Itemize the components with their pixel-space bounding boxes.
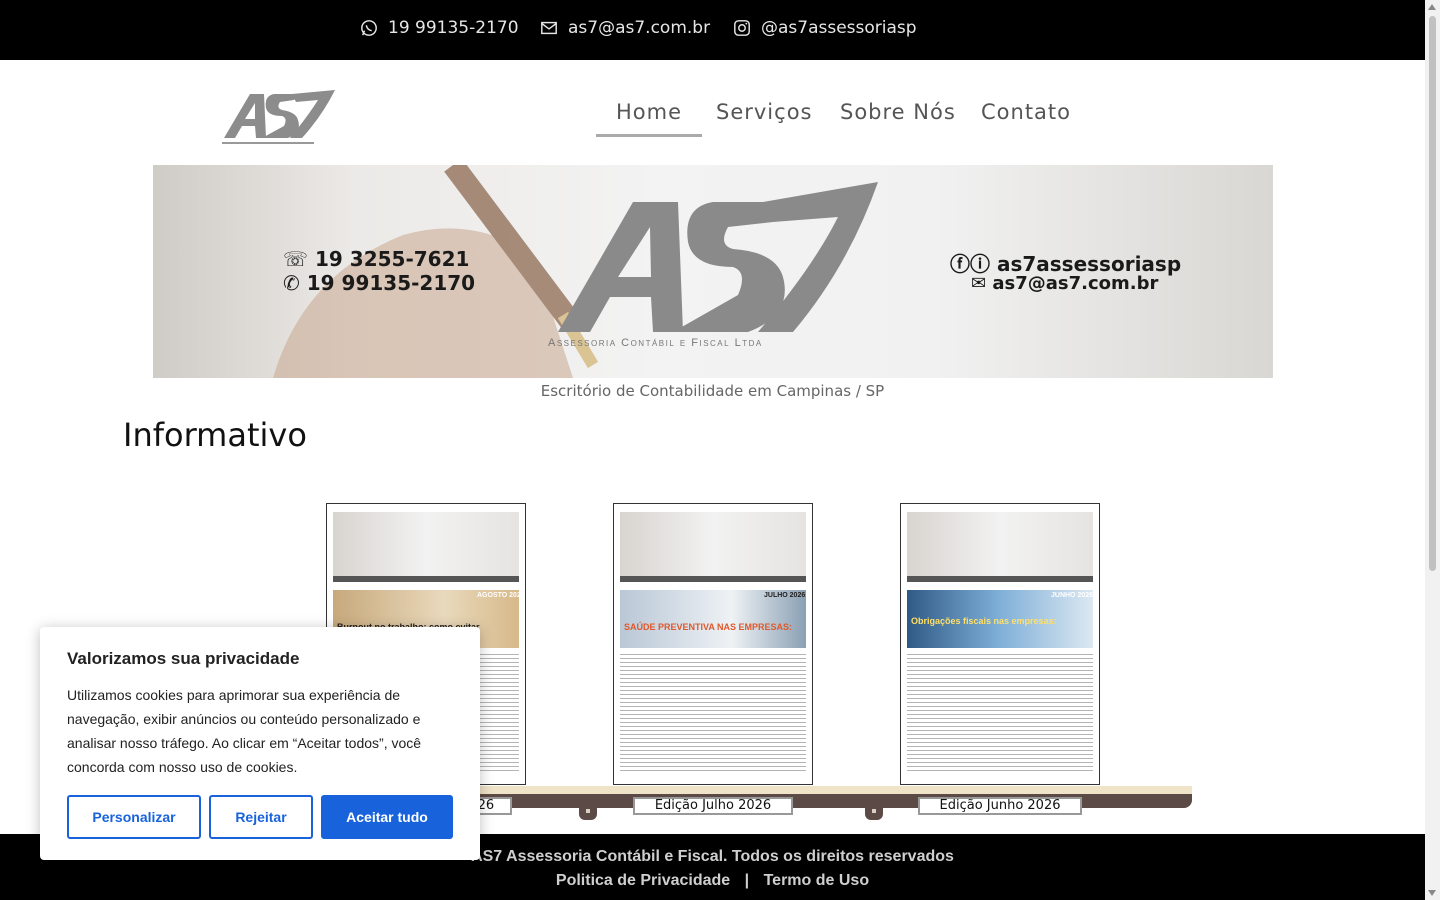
- banner-phone-2-text: 19 99135-2170: [306, 271, 476, 295]
- cover-month: JULHO 2026: [764, 592, 806, 599]
- reject-button[interactable]: Rejeitar: [209, 795, 313, 839]
- as7-logo[interactable]: [222, 86, 337, 148]
- cover-header: [907, 512, 1093, 582]
- accept-all-button[interactable]: Aceitar tudo: [321, 795, 453, 839]
- cover-month: AGOSTO 2026: [477, 592, 525, 599]
- banner-phone-2: ✆ 19 99135-2170: [283, 271, 475, 295]
- shelf-peg: [579, 806, 597, 820]
- topbar-email: as7@as7.com.br: [568, 18, 711, 38]
- email-contact[interactable]: as7@as7.com.br: [540, 18, 710, 38]
- nav-home[interactable]: Home: [596, 100, 703, 137]
- shelf-peg: [865, 806, 883, 820]
- privacy-policy-link[interactable]: Politica de Privacidade: [556, 872, 730, 889]
- edition-label-junho[interactable]: Edição Junho 2026: [918, 797, 1082, 815]
- as7-banner-logo: [558, 182, 878, 332]
- envelope-icon: [541, 21, 557, 35]
- footer-separator: |: [744, 872, 750, 889]
- cookie-description: Utilizamos cookies para aprimorar sua ex…: [67, 687, 422, 775]
- footer-links: Politica de Privacidade | Termo de Uso: [0, 872, 1425, 890]
- banner-email-text: as7@as7.com.br: [992, 273, 1159, 294]
- banner-phone-1: ☏ 19 3255-7621: [283, 247, 469, 271]
- instagram-contact[interactable]: @as7assessoriasp: [733, 18, 917, 38]
- banner-phone-1-text: 19 3255-7621: [314, 247, 470, 271]
- cover-month: JUNHO 2026: [1051, 592, 1094, 599]
- top-contact-bar: 19 99135-2170 as7@as7.com.br @as7assesso…: [0, 0, 1425, 60]
- nav-servicos[interactable]: Serviços: [716, 100, 812, 124]
- cover-headline: Obrigações fiscais nas empresas:: [911, 616, 1057, 626]
- cookie-consent-banner: Valorizamos sua privacidade Utilizamos c…: [40, 627, 480, 860]
- page-scrollbar[interactable]: [1425, 0, 1440, 900]
- tagline: Escritório de Contabilidade em Campinas …: [540, 382, 885, 400]
- newsletter-cover-julho[interactable]: JULHO 2026 SAÚDE PREVENTIVA NAS EMPRESAS…: [613, 503, 813, 785]
- terms-of-use-link[interactable]: Termo de Uso: [764, 872, 870, 889]
- whatsapp-icon: [361, 20, 377, 36]
- banner-email: ✉ as7@as7.com.br: [971, 273, 1158, 294]
- phone-icon: ☏: [283, 247, 315, 271]
- cookie-title: Valorizamos sua privacidade: [67, 649, 300, 668]
- nav-sobre-nos[interactable]: Sobre Nós: [840, 100, 956, 124]
- envelope-icon: ✉: [971, 273, 993, 294]
- edition-label-julho[interactable]: Edição Julho 2026: [633, 797, 793, 815]
- whatsapp-icon: ✆: [283, 271, 307, 295]
- scroll-up-arrow-icon[interactable]: [1428, 4, 1436, 10]
- instagram-icon: [734, 20, 750, 36]
- customize-button[interactable]: Personalizar: [67, 795, 201, 839]
- scroll-down-arrow-icon[interactable]: [1428, 890, 1436, 896]
- hero-banner: ☏ 19 3255-7621 ✆ 19 99135-2170 ⓕⓘ as7ass…: [153, 165, 1273, 378]
- cover-header: [620, 512, 806, 582]
- cover-headline: SAÚDE PREVENTIVA NAS EMPRESAS:: [624, 622, 793, 632]
- cover-masthead: [333, 576, 519, 582]
- whatsapp-contact[interactable]: 19 99135-2170: [360, 18, 519, 38]
- topbar-instagram: @as7assessoriasp: [761, 18, 917, 38]
- cover-text-columns: [620, 654, 806, 774]
- cover-text-columns: [907, 654, 1093, 774]
- newsletter-cover-junho[interactable]: JUNHO 2026 Obrigações fiscais nas empres…: [900, 503, 1100, 785]
- nav-contato[interactable]: Contato: [981, 100, 1071, 124]
- cover-masthead: [620, 576, 806, 582]
- section-title-informativo: Informativo: [123, 416, 307, 454]
- scrollbar-thumb[interactable]: [1429, 16, 1436, 571]
- cover-masthead: [907, 576, 1093, 582]
- topbar-phone: 19 99135-2170: [388, 18, 519, 38]
- cover-header: [333, 512, 519, 582]
- banner-subtitle: Assessoria Contábil e Fiscal Ltda: [548, 337, 763, 349]
